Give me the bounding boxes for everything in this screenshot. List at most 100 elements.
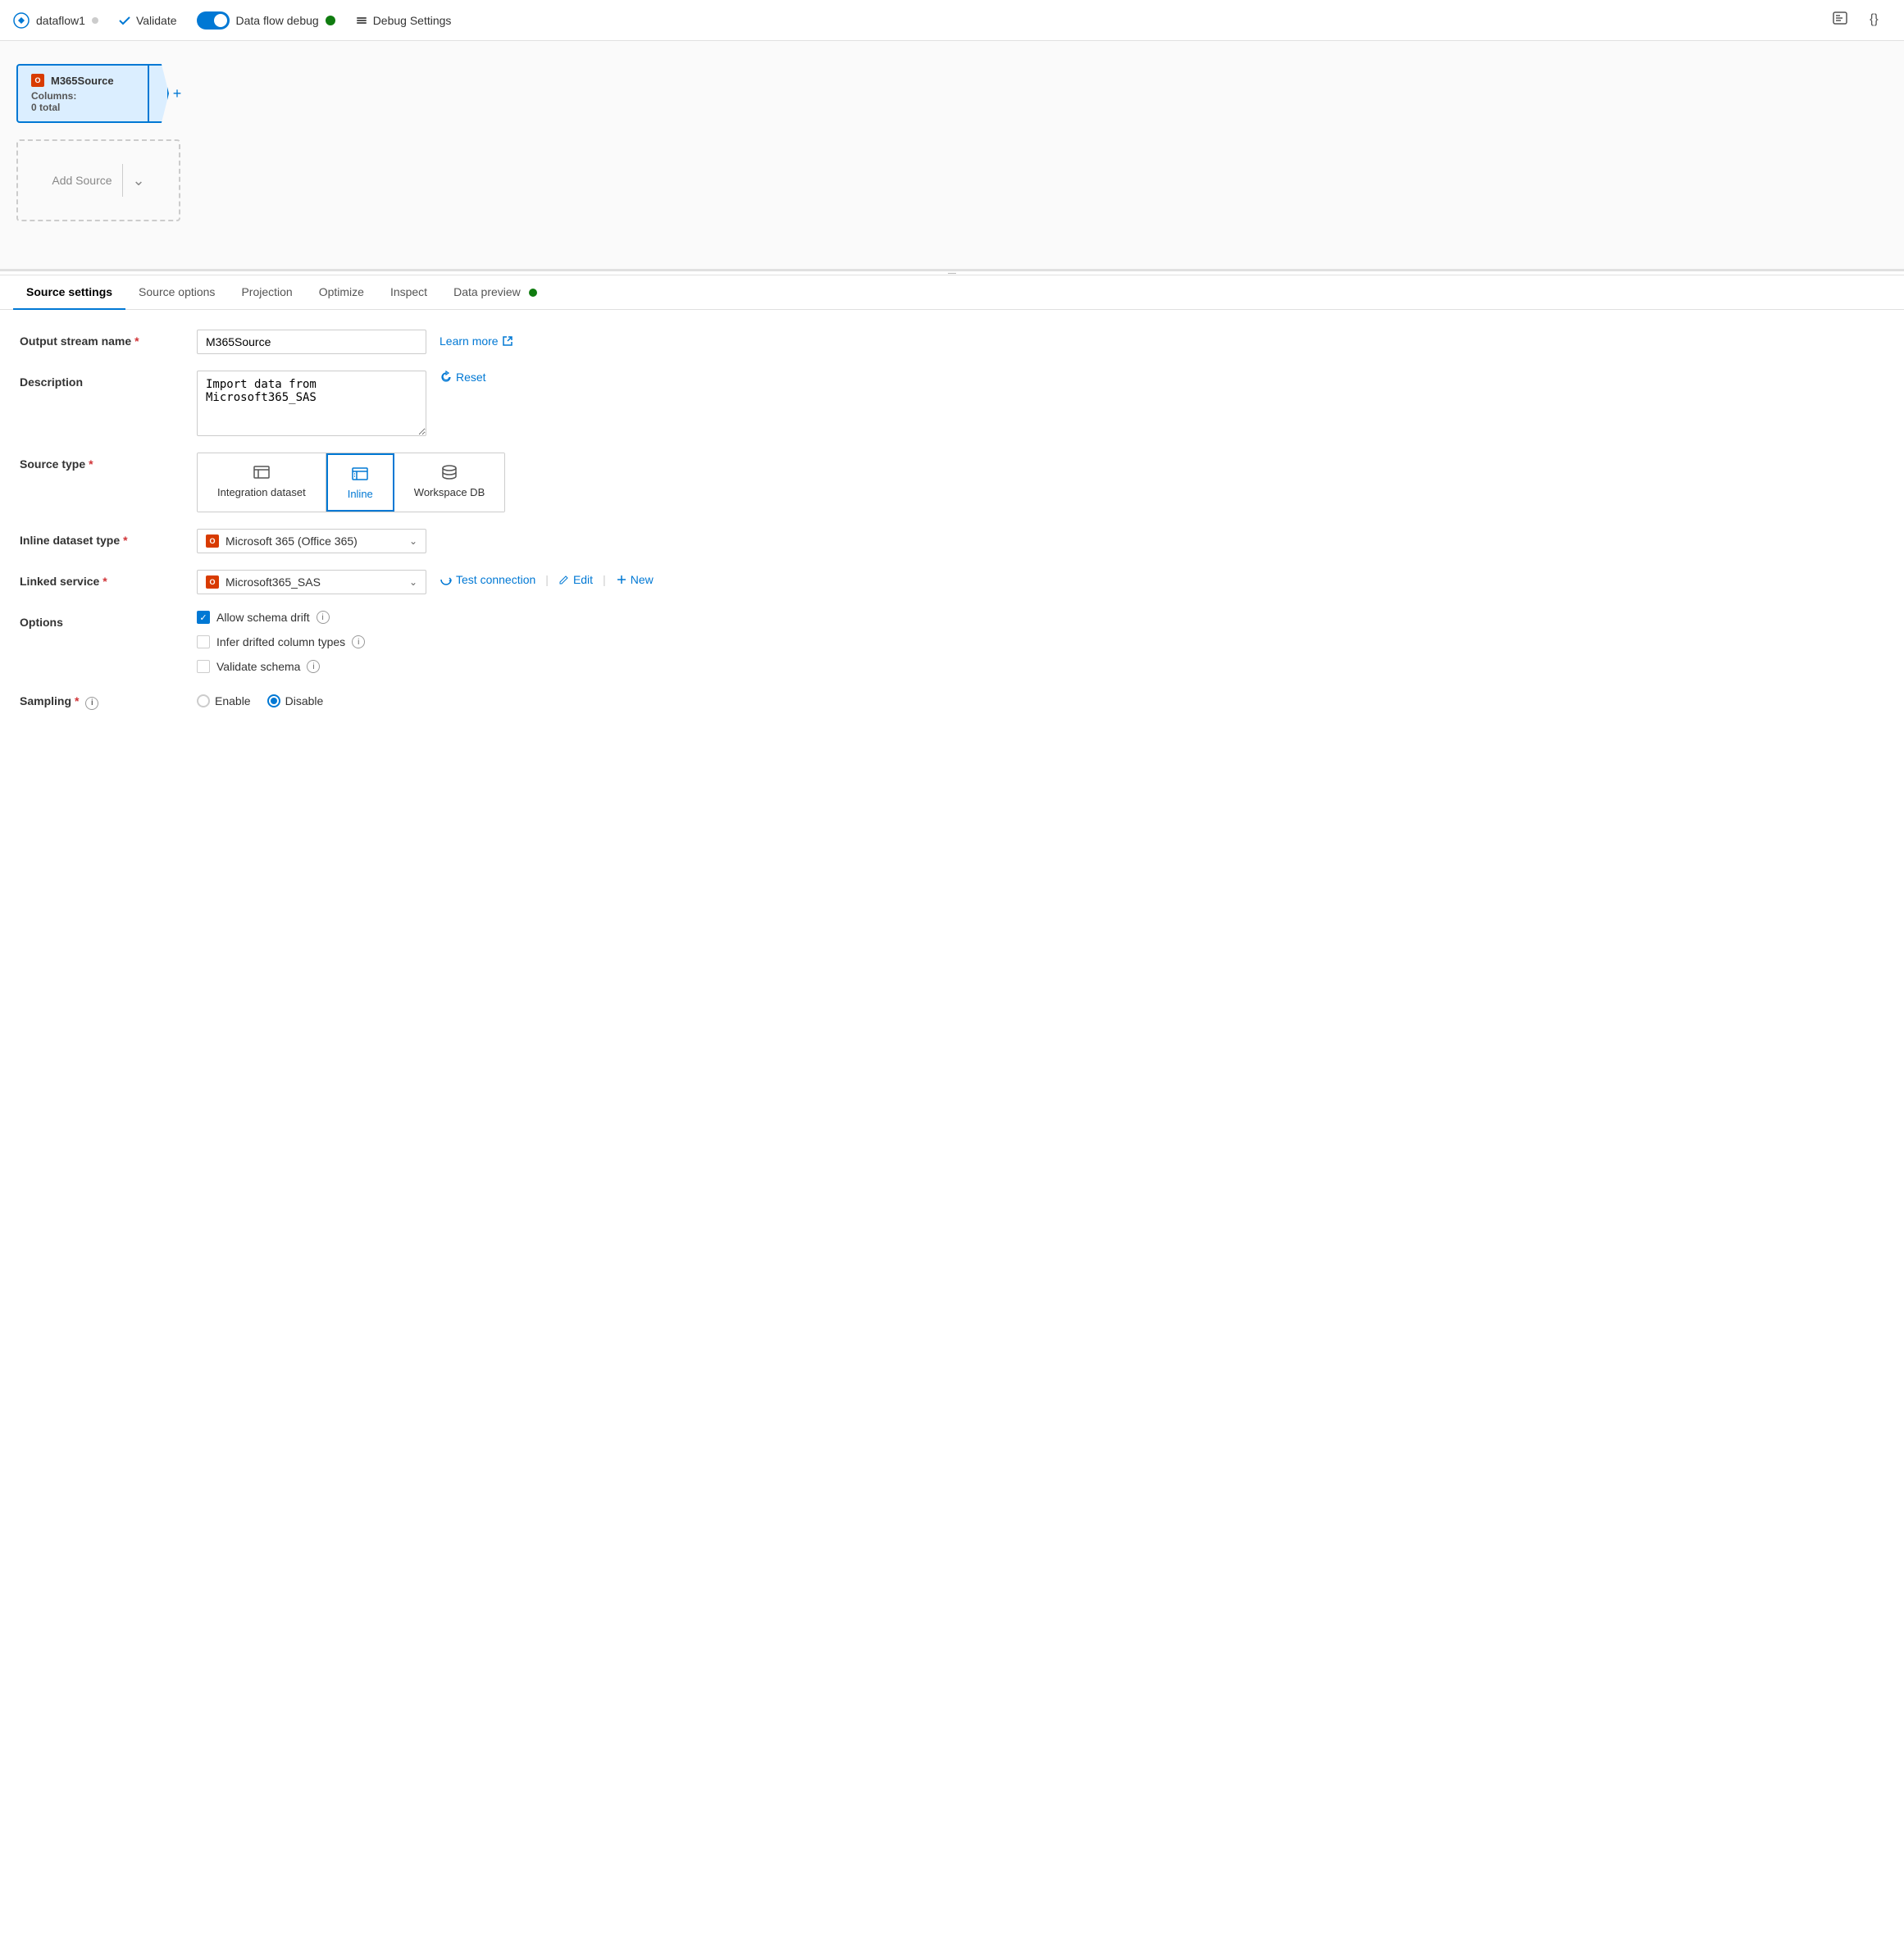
- sampling-control: Enable Disable: [197, 689, 1884, 707]
- debug-settings-icon: [355, 14, 368, 27]
- top-bar: dataflow1 Validate Data flow debug Debug…: [0, 0, 1904, 41]
- m365-node-icon: O: [31, 74, 44, 87]
- node-plus-button[interactable]: +: [169, 85, 185, 102]
- source-node[interactable]: O M365Source Columns: 0 total +: [16, 64, 169, 123]
- output-stream-name-row: Output stream name* Learn more: [20, 330, 1884, 354]
- inline-dataset-type-row: Inline dataset type* O Microsoft 365 (Of…: [20, 529, 1884, 553]
- code-icon-button[interactable]: [1825, 7, 1855, 34]
- test-connection-button[interactable]: Test connection: [440, 573, 535, 586]
- tab-projection[interactable]: Projection: [228, 275, 305, 310]
- source-type-inline[interactable]: Inline: [326, 453, 394, 512]
- reset-icon: [440, 371, 453, 384]
- validate-icon: [118, 14, 131, 27]
- node-columns: Columns: 0 total: [31, 90, 134, 113]
- source-type-group: Integration dataset Inline: [197, 453, 505, 512]
- tab-data-preview[interactable]: Data preview: [440, 275, 550, 310]
- validate-schema-checkbox[interactable]: [197, 660, 210, 673]
- node-arrow: [148, 64, 169, 123]
- linked-service-chevron: ⌄: [409, 576, 417, 588]
- script-icon: [1832, 10, 1848, 26]
- canvas-area: O M365Source Columns: 0 total + Add Sour…: [0, 41, 1904, 271]
- test-connection-icon: [440, 573, 453, 586]
- inline-dataset-type-select[interactable]: O Microsoft 365 (Office 365) ⌄: [197, 529, 426, 553]
- node-name: M365Source: [51, 75, 114, 87]
- allow-schema-drift-info[interactable]: i: [317, 611, 330, 624]
- tab-inspect[interactable]: Inspect: [377, 275, 440, 310]
- infer-drifted-info[interactable]: i: [352, 635, 365, 648]
- output-stream-name-input[interactable]: [197, 330, 426, 354]
- option-infer-drifted: Infer drifted column types i: [197, 635, 365, 648]
- infer-drifted-checkbox[interactable]: [197, 635, 210, 648]
- dataflow-icon: [13, 12, 30, 29]
- linked-service-actions: Test connection | Edit | New: [440, 570, 654, 586]
- debug-settings-button[interactable]: Debug Settings: [348, 11, 458, 30]
- source-type-row: Source type* Integration dataset: [20, 453, 1884, 512]
- braces-icon: {}: [1868, 10, 1884, 26]
- workspace-db-icon: [440, 463, 458, 481]
- options-control: ✓ Allow schema drift i Infer drifted col…: [197, 611, 1884, 673]
- edit-linked-service-button[interactable]: Edit: [558, 573, 593, 586]
- tabs-bar: Source settings Source options Projectio…: [0, 275, 1904, 310]
- sampling-row: Sampling* i Enable Disable: [20, 689, 1884, 710]
- source-type-label: Source type*: [20, 453, 184, 471]
- node-body: O M365Source Columns: 0 total: [16, 64, 148, 123]
- description-row: Description Import data from Microsoft36…: [20, 371, 1884, 436]
- m365-select-icon: O: [206, 534, 219, 548]
- toolbar: Validate Data flow debug Debug Settings: [112, 11, 458, 30]
- description-control: Import data from Microsoft365_SAS Reset: [197, 371, 1884, 436]
- source-type-workspace-db[interactable]: Workspace DB: [394, 453, 504, 512]
- add-source-chevron-icon: ⌄: [123, 172, 145, 189]
- sampling-radio-group: Enable Disable: [197, 689, 323, 707]
- integration-dataset-icon: [253, 463, 271, 481]
- option-allow-schema-drift: ✓ Allow schema drift i: [197, 611, 365, 624]
- debug-toggle-container: Data flow debug: [197, 11, 335, 30]
- sampling-label: Sampling* i: [20, 689, 184, 710]
- edit-icon: [558, 574, 570, 585]
- inline-icon: [351, 465, 369, 483]
- debug-status-dot: [326, 16, 335, 25]
- description-textarea[interactable]: Import data from Microsoft365_SAS: [197, 371, 426, 436]
- sampling-disable[interactable]: Disable: [267, 694, 324, 707]
- linked-service-select[interactable]: O Microsoft365_SAS ⌄: [197, 570, 426, 594]
- add-source-box[interactable]: Add Source ⌄: [16, 139, 180, 221]
- validate-schema-info[interactable]: i: [307, 660, 320, 673]
- tab-source-settings[interactable]: Source settings: [13, 275, 125, 310]
- external-link-icon: [502, 335, 513, 347]
- json-icon-button[interactable]: {}: [1861, 7, 1891, 34]
- app-logo: dataflow1: [13, 12, 98, 29]
- reset-button[interactable]: Reset: [440, 371, 486, 384]
- svg-text:{}: {}: [1870, 12, 1879, 26]
- m365-linked-icon: O: [206, 575, 219, 589]
- debug-toggle[interactable]: [197, 11, 230, 30]
- inline-dataset-type-chevron: ⌄: [409, 535, 417, 547]
- unsaved-indicator: [92, 17, 98, 24]
- sampling-info[interactable]: i: [85, 697, 98, 710]
- bottom-panel: Source settings Source options Projectio…: [0, 275, 1904, 746]
- linked-service-row: Linked service* O Microsoft365_SAS ⌄: [20, 570, 1884, 594]
- inline-dataset-type-label: Inline dataset type*: [20, 529, 184, 547]
- source-type-integration-dataset[interactable]: Integration dataset: [198, 453, 326, 512]
- options-row: Options ✓ Allow schema drift i Infer dri…: [20, 611, 1884, 673]
- debug-label: Data flow debug: [236, 14, 319, 27]
- app-title: dataflow1: [36, 14, 85, 27]
- tab-optimize[interactable]: Optimize: [306, 275, 377, 310]
- new-linked-service-icon: [616, 574, 627, 585]
- output-stream-name-label: Output stream name*: [20, 330, 184, 348]
- description-label: Description: [20, 371, 184, 389]
- options-label: Options: [20, 611, 184, 629]
- validate-button[interactable]: Validate: [112, 11, 184, 30]
- learn-more-button[interactable]: Learn more: [440, 330, 513, 348]
- sampling-enable[interactable]: Enable: [197, 694, 251, 707]
- allow-schema-drift-checkbox[interactable]: ✓: [197, 611, 210, 624]
- top-right-actions: {}: [1825, 7, 1891, 34]
- option-validate-schema: Validate schema i: [197, 660, 365, 673]
- linked-service-label: Linked service*: [20, 570, 184, 588]
- new-linked-service-button[interactable]: New: [616, 573, 654, 586]
- node-header: O M365Source: [31, 74, 134, 87]
- options-group: ✓ Allow schema drift i Infer drifted col…: [197, 611, 365, 673]
- tab-source-options[interactable]: Source options: [125, 275, 228, 310]
- enable-radio[interactable]: [197, 694, 210, 707]
- output-stream-name-control: Learn more: [197, 330, 1884, 354]
- inline-dataset-type-control: O Microsoft 365 (Office 365) ⌄: [197, 529, 1884, 553]
- disable-radio[interactable]: [267, 694, 280, 707]
